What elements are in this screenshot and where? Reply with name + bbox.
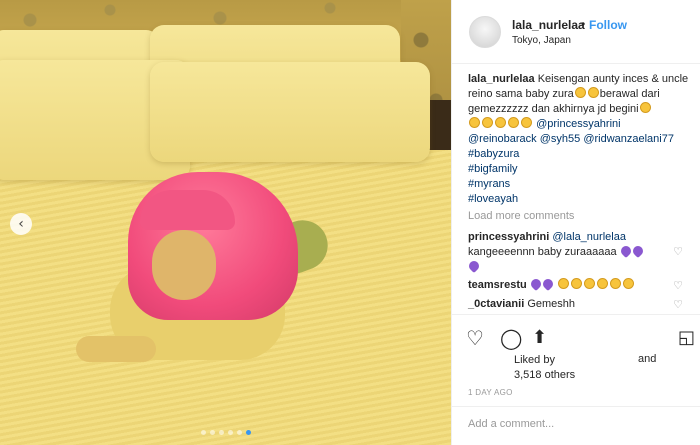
emoji-icon — [521, 117, 532, 128]
carousel-dots — [201, 430, 251, 435]
mention-link[interactable]: @ridwanzaelani77 — [583, 133, 674, 145]
purple-heart-icon — [618, 243, 633, 259]
hashtag-link[interactable]: #myrans — [468, 178, 510, 190]
emoji-icon — [639, 102, 651, 113]
carousel-dot-active — [246, 430, 251, 435]
purple-heart-icon — [466, 258, 482, 274]
add-comment-bar — [452, 406, 700, 445]
carousel-dot — [210, 430, 215, 435]
load-more-comments-button[interactable]: Load more comments — [468, 210, 574, 222]
carousel-dot — [219, 430, 224, 435]
mention-link[interactable]: @princessyahrini — [536, 118, 621, 130]
carousel-dot — [201, 430, 206, 435]
emoji-icon — [482, 117, 493, 128]
purple-heart-icon — [540, 276, 555, 292]
purple-heart-icon — [528, 276, 543, 292]
liked-by: Liked by 3,518 others — [514, 353, 575, 383]
comment-username[interactable]: _0ctavianii — [468, 298, 524, 310]
caption: lala_nurlelaa Keisengan aunty inces & un… — [468, 72, 694, 207]
hashtag-link[interactable]: #babyzura — [468, 148, 519, 160]
post-sidebar: lala_nurlelaa • Follow Tokyo, Japan lala… — [451, 0, 700, 445]
mention-link[interactable]: @lala_nurlelaa — [552, 231, 626, 243]
emoji-icon — [469, 117, 480, 128]
post-photo[interactable]: ‹ — [0, 0, 451, 445]
mention-link[interactable]: @reinobarack — [468, 133, 537, 145]
post-actions: ♡ ◯ ⬆ ◱ Liked by 3,518 others and 1 DAY … — [452, 314, 700, 414]
comment-row: _0ctavianii Gemeshh — [468, 297, 668, 312]
emoji-icon — [587, 87, 599, 98]
separator-dot: • — [581, 17, 586, 31]
avatar[interactable] — [469, 16, 501, 48]
baby-face — [152, 230, 216, 300]
likes-count-link[interactable]: 3,518 others — [514, 369, 575, 381]
emoji-icon — [622, 278, 634, 289]
hashtag-link[interactable]: #loveayah — [468, 193, 518, 205]
carousel-dot — [228, 430, 233, 435]
comment-like-heart-icon[interactable]: ♡ — [673, 298, 683, 311]
location-link[interactable]: Tokyo, Japan — [512, 35, 571, 46]
emoji-icon — [574, 87, 586, 98]
comment-icon[interactable]: ◯ — [500, 327, 522, 349]
share-icon[interactable]: ⬆ — [532, 327, 547, 349]
comment-like-heart-icon[interactable]: ♡ — [673, 245, 683, 258]
caption-username[interactable]: lala_nurlelaa — [468, 73, 535, 85]
comment-text: Gemeshh — [527, 298, 576, 310]
add-comment-input[interactable] — [468, 418, 668, 430]
purple-heart-icon — [630, 243, 645, 259]
liked-and-label: and — [638, 353, 657, 365]
emoji-icon — [508, 117, 519, 128]
hashtag-link[interactable]: #bigfamily — [468, 163, 518, 175]
comment-text: kangeeeennn baby zuraaaaaa — [468, 246, 617, 258]
baby-arm — [76, 336, 156, 362]
post-timestamp[interactable]: 1 DAY AGO — [468, 388, 513, 397]
emoji-icon — [583, 278, 595, 289]
emoji-icon — [570, 278, 582, 289]
liked-by-label: Liked by — [514, 354, 555, 366]
username-link[interactable]: lala_nurlelaa — [512, 18, 585, 32]
emoji-icon — [609, 278, 621, 289]
post-header: lala_nurlelaa • Follow Tokyo, Japan — [452, 0, 700, 64]
pillow — [150, 62, 430, 162]
chevron-left-icon[interactable]: ‹ — [10, 213, 32, 235]
bookmark-icon[interactable]: ◱ — [678, 327, 695, 349]
follow-button[interactable]: Follow — [589, 18, 627, 32]
comment-username[interactable]: teamsrestu — [468, 279, 527, 291]
comment-like-heart-icon[interactable]: ♡ — [673, 279, 683, 292]
emoji-icon — [557, 278, 569, 289]
comment-row: teamsrestu — [468, 276, 668, 293]
mention-link[interactable]: @syh55 — [540, 133, 581, 145]
wig-fringe — [140, 190, 235, 230]
carousel-dot — [237, 430, 242, 435]
comment-row: princessyahrini @lala_nurlelaa kangeeeen… — [466, 230, 668, 275]
comment-username[interactable]: princessyahrini — [468, 231, 549, 243]
emoji-icon — [495, 117, 506, 128]
emoji-icon — [596, 278, 608, 289]
heart-icon[interactable]: ♡ — [466, 327, 484, 349]
